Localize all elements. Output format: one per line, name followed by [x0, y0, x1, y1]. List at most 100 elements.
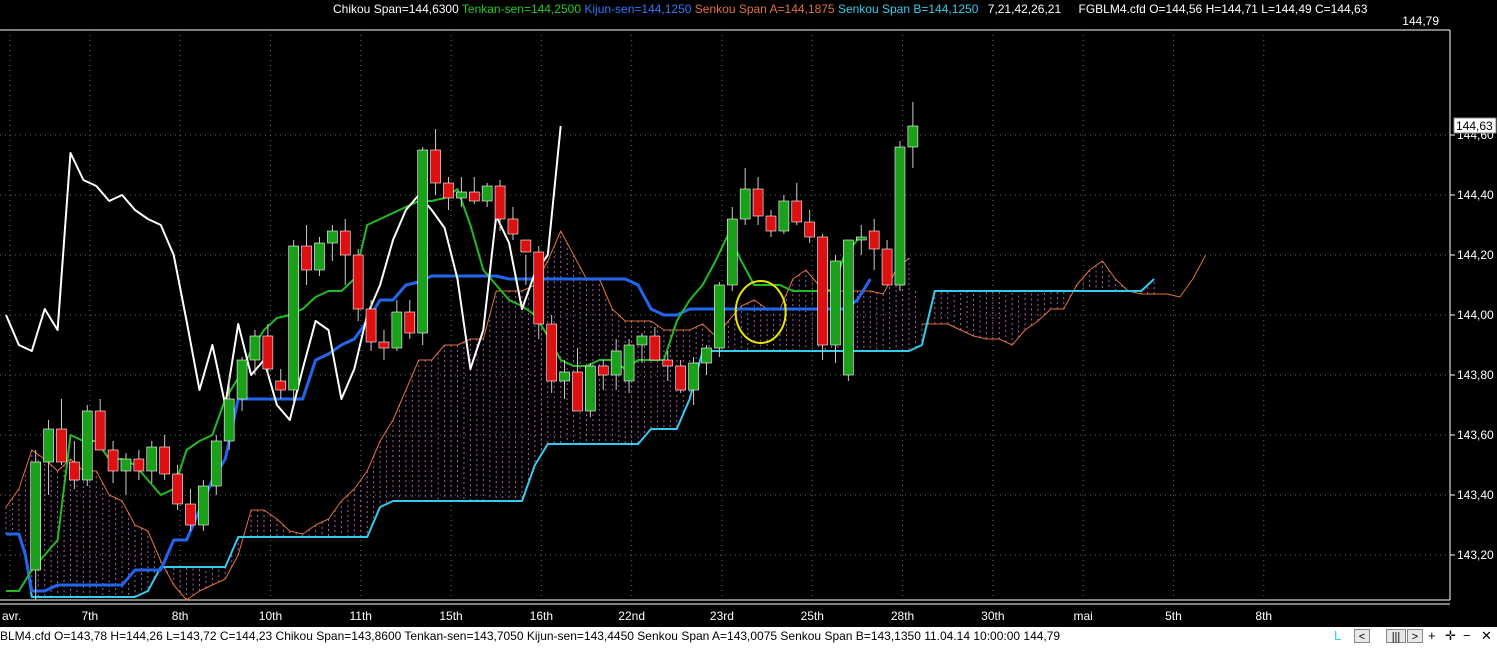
grid-layer [0, 0, 1497, 627]
candle-body [533, 251, 545, 325]
status-bar: BLM4.cfd O=143,78 H=144,26 L=143,72 C=14… [0, 627, 1497, 648]
candle-body [752, 188, 764, 217]
candle-body [81, 410, 93, 481]
candle-body [185, 503, 196, 526]
params-legend: 7,21,42,26,21 [987, 2, 1062, 16]
ohlc-legend: FGBLM4.cfd O=144,56 H=144,71 L=144,49 C=… [1078, 2, 1368, 16]
candle-body [868, 230, 880, 250]
scroll-thumb-button[interactable]: ||| [1386, 629, 1406, 643]
candle-body [765, 215, 777, 232]
x-tick-label: 10th [259, 609, 282, 623]
candle-body [481, 185, 493, 202]
candle-body [714, 284, 725, 349]
candle-body [778, 200, 790, 232]
candle-body [507, 218, 519, 235]
zoom-out-button[interactable]: − [1463, 628, 1471, 643]
candle-body [610, 350, 622, 376]
x-tick-label: 8th [172, 609, 189, 623]
candle-body [623, 344, 635, 382]
candle-body [159, 446, 170, 475]
x-tick-label: avr. [2, 609, 21, 623]
y-tick-label: 143,60 [1457, 428, 1494, 442]
candle-body [443, 182, 454, 199]
candle-body [894, 146, 906, 286]
candle-body [636, 335, 648, 346]
candle-body [94, 410, 106, 451]
candle-body [546, 323, 557, 382]
candle-body [688, 362, 699, 391]
candle-body [494, 185, 506, 220]
scroll-right-button[interactable]: > [1407, 629, 1423, 643]
y-tick-label: 144,00 [1457, 308, 1494, 322]
candle-body [339, 230, 351, 256]
candle-body [288, 245, 299, 391]
candle-body [327, 230, 338, 244]
candle-body [830, 260, 841, 346]
candle-body [133, 458, 145, 472]
plot-background [0, 0, 1497, 627]
senkou-a-legend: Senkou Span A=144,1875 [694, 2, 835, 16]
candle-body [275, 380, 287, 391]
kijun-legend: Kijun-sen=144,1250 [584, 2, 692, 16]
candle-body [249, 335, 261, 361]
scroll-left-button[interactable]: < [1354, 629, 1370, 643]
candle-body [262, 335, 274, 370]
y-tick-label: 143,20 [1457, 548, 1494, 562]
y-tick-label: 143,80 [1457, 368, 1494, 382]
candle-body [585, 365, 596, 412]
candle-body [172, 473, 183, 505]
candle-body [675, 365, 686, 391]
candle-body [417, 149, 428, 334]
candle-body [520, 239, 532, 253]
y-tick-label: 144,20 [1457, 248, 1494, 262]
candle-body [430, 149, 441, 184]
y-tick-label: 144,40 [1457, 188, 1494, 202]
l-label: L [1334, 628, 1342, 643]
candle-body [843, 239, 854, 376]
candle-body [456, 191, 467, 199]
candle-body [662, 359, 674, 367]
candle-body [391, 311, 403, 349]
price-marker-label: 144,63 [1456, 119, 1493, 133]
candle-body [223, 398, 235, 442]
candle-body [107, 449, 119, 472]
ichimoku-chart[interactable]: 143,20 143,40 143,60 143,80 144,00 144,20 144,… [0, 0, 1497, 627]
x-tick-label: 30th [981, 609, 1004, 623]
candle-body [314, 242, 325, 271]
x-tick-label: 23rd [710, 609, 734, 623]
candle-body [881, 248, 893, 286]
tenkan-legend: Tenkan-sen=144,2500 [461, 2, 582, 16]
crosshair-button[interactable]: ✛ [1445, 628, 1456, 643]
header-legend: Chikou Span=144,6300 Tenkan-sen=144,2500… [333, 2, 1367, 16]
candle-body [198, 485, 209, 526]
candle-body [365, 308, 377, 343]
zoom-in-button[interactable]: + [1428, 628, 1436, 643]
candle-body [817, 236, 828, 346]
x-tick-label: 22nd [618, 609, 645, 623]
x-tick-label: 8th [1255, 609, 1272, 623]
x-tick-label: mai [1073, 609, 1092, 623]
y-tick-label: 143,40 [1457, 488, 1494, 502]
candle-body [791, 200, 803, 223]
candle-body [726, 218, 738, 286]
candle-body [804, 221, 815, 238]
candle-body [120, 458, 132, 472]
candle-body [597, 365, 609, 376]
candle-body [301, 245, 312, 271]
x-tick-label: 15th [439, 609, 462, 623]
candle-body [855, 236, 867, 241]
candle-body [146, 446, 158, 472]
close-button[interactable]: ✕ [1481, 628, 1492, 643]
candle-body [572, 371, 583, 412]
candle-body [43, 428, 54, 463]
chikou-legend: Chikou Span=144,6300 [333, 2, 459, 16]
candle-body [739, 188, 751, 220]
candle-body [649, 335, 661, 361]
candle-body [468, 191, 480, 202]
candle-body [30, 461, 41, 571]
candle-body [559, 371, 570, 382]
x-tick-label: 5th [1165, 609, 1182, 623]
x-tick-label: 25th [801, 609, 824, 623]
candle-body [210, 440, 222, 487]
senkou-b-legend: Senkou Span B=144,1250 [837, 2, 979, 16]
